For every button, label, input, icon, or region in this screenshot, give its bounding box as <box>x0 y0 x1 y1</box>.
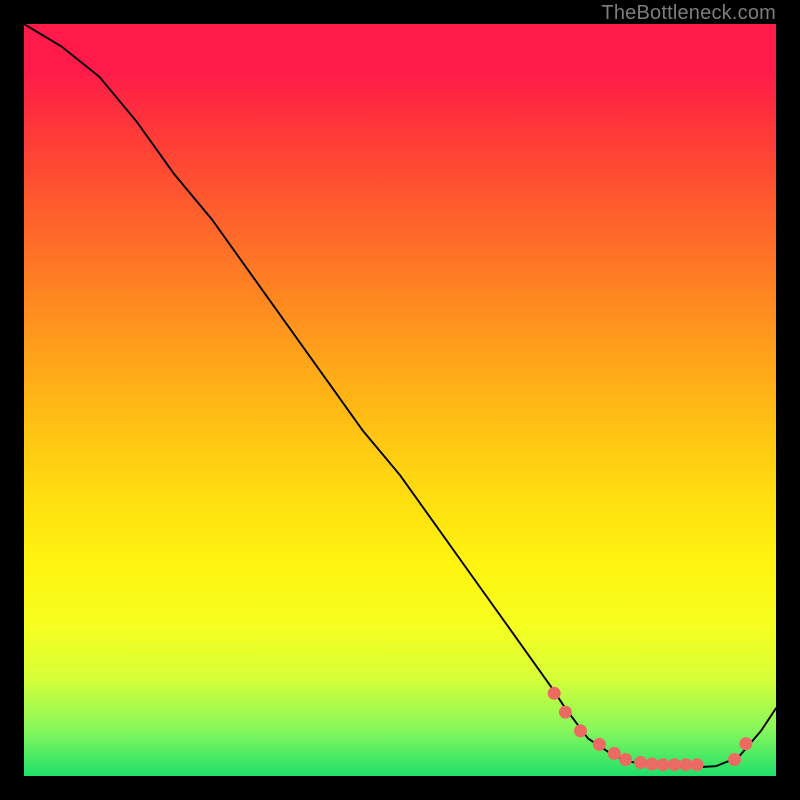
data-dot <box>634 756 647 769</box>
watermark-text: TheBottleneck.com <box>601 2 776 25</box>
data-dot <box>691 758 704 771</box>
line-chart-svg <box>24 24 776 776</box>
data-dot <box>619 753 632 766</box>
plot-area <box>24 24 776 776</box>
data-dot <box>608 747 621 760</box>
data-dot <box>728 753 741 766</box>
data-dot <box>574 724 587 737</box>
data-dot <box>548 687 561 700</box>
data-dot <box>668 758 681 771</box>
curve-path <box>24 24 776 767</box>
dots-group <box>548 687 753 771</box>
data-dot <box>559 706 572 719</box>
data-dot <box>679 758 692 771</box>
data-dot <box>645 758 658 771</box>
data-dot <box>657 758 670 771</box>
chart-frame: TheBottleneck.com <box>0 0 800 800</box>
data-dot <box>739 737 752 750</box>
data-dot <box>593 738 606 751</box>
